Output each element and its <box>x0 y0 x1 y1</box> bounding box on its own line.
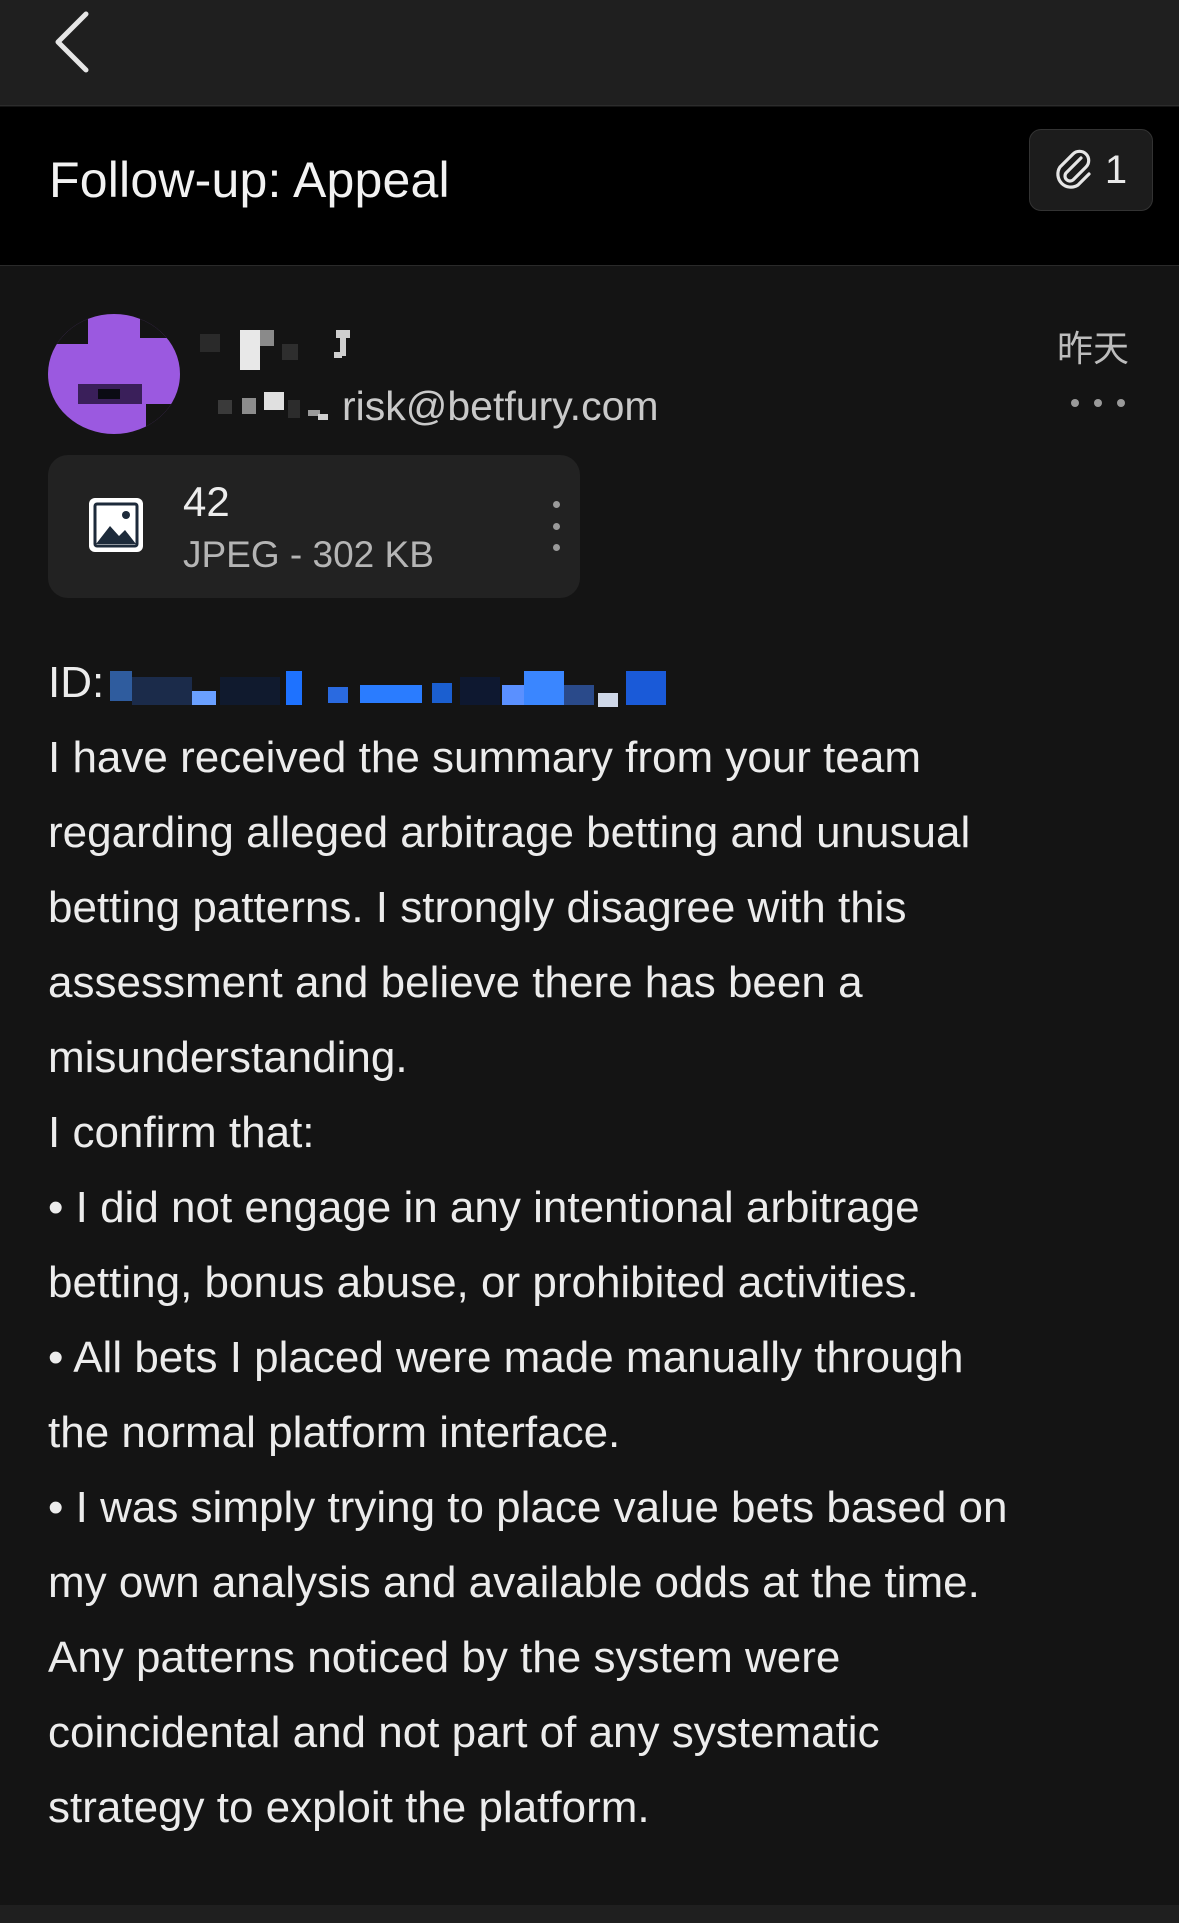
email-detail-screen: Follow-up: Appeal 1 risk@betfury.com 昨天 … <box>0 0 1179 1923</box>
body-line: assessment and believe there has been a <box>48 958 863 1007</box>
subject-title: Follow-up: Appeal <box>49 152 450 208</box>
body-line: regarding alleged arbitrage betting and … <box>48 808 971 857</box>
more-horizontal-icon <box>1071 399 1079 407</box>
body-line: betting, bonus abuse, or prohibited acti… <box>48 1258 919 1307</box>
email-prefix-redacted <box>218 392 336 422</box>
image-icon <box>89 498 143 552</box>
body-line: my own analysis and available odds at th… <box>48 1558 980 1607</box>
sender-row: risk@betfury.com 昨天 <box>0 300 1179 440</box>
message-body: ID: I have received the summary from you… <box>48 645 1138 1845</box>
body-line: misunderstanding. <box>48 1033 408 1082</box>
sender-name-redacted <box>200 330 370 374</box>
id-line: ID: <box>48 645 1138 720</box>
message-date: 昨天 <box>1056 329 1129 370</box>
id-value-redacted <box>110 671 670 711</box>
attachment-meta: JPEG - 302 KB <box>183 534 434 575</box>
more-vertical-icon <box>552 501 560 508</box>
body-line: • I did not engage in any intentional ar… <box>48 1183 920 1232</box>
id-label: ID: <box>48 658 105 707</box>
top-nav-bar <box>0 0 1179 106</box>
chevron-left-icon <box>55 11 89 73</box>
message-more-button[interactable] <box>1071 388 1125 418</box>
body-line: the normal platform interface. <box>48 1408 621 1457</box>
body-line: • I was simply trying to place value bet… <box>48 1483 1008 1532</box>
bottom-divider <box>0 1905 1179 1923</box>
body-line: I have received the summary from your te… <box>48 733 921 782</box>
attachment-card[interactable]: 42 JPEG - 302 KB <box>48 455 580 598</box>
attachment-count: 1 <box>1104 147 1128 192</box>
attachment-name: 42 <box>183 478 230 525</box>
attachments-button[interactable]: 1 <box>1029 129 1153 211</box>
attachment-menu-button[interactable] <box>546 501 566 551</box>
body-line: betting patterns. I strongly disagree wi… <box>48 883 907 932</box>
back-button[interactable] <box>40 6 104 78</box>
body-line: I confirm that: <box>48 1108 315 1157</box>
body-line: Any patterns noticed by the system were <box>48 1633 841 1682</box>
body-line: coincidental and not part of any systema… <box>48 1708 880 1757</box>
subject-header: Follow-up: Appeal 1 <box>0 107 1179 266</box>
body-line: strategy to exploit the platform. <box>48 1783 650 1832</box>
sender-email[interactable]: risk@betfury.com <box>342 380 659 432</box>
body-line: • All bets I placed were made manually t… <box>48 1333 964 1382</box>
avatar[interactable] <box>48 314 180 434</box>
paperclip-icon <box>1056 149 1091 189</box>
